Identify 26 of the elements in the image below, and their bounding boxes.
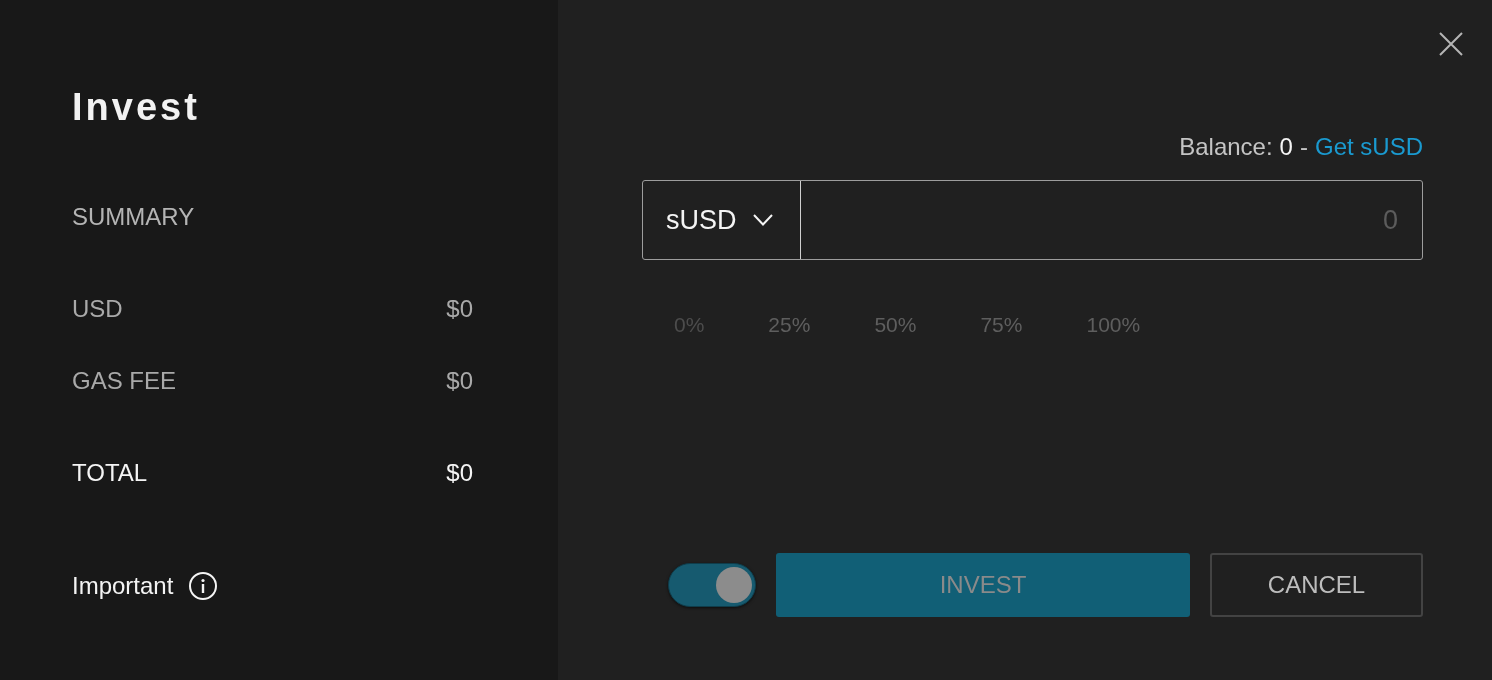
percent-button[interactable]: 25% (736, 313, 843, 337)
toggle-switch[interactable] (668, 563, 756, 607)
percent-button[interactable]: 100% (1054, 313, 1173, 337)
token-select[interactable]: sUSD (643, 181, 801, 259)
balance-label: Balance: (1179, 133, 1273, 161)
important-label: Important (72, 571, 174, 601)
close-icon (1439, 32, 1463, 56)
balance-value: 0 (1279, 133, 1293, 161)
balance-separator: - (1299, 133, 1308, 161)
info-icon[interactable] (189, 572, 218, 600)
get-token-link[interactable]: Get sUSD (1314, 133, 1423, 161)
amount-input[interactable]: 0 (801, 181, 1422, 259)
summary-value: $0 (446, 294, 473, 324)
percent-button[interactable]: 75% (948, 313, 1055, 337)
percent-button[interactable]: 50% (842, 313, 949, 337)
summary-value: $0 (446, 458, 473, 488)
summary-heading: SUMMARY (72, 202, 195, 232)
amount-field[interactable]: sUSD 0 (642, 180, 1423, 260)
close-button[interactable] (1439, 32, 1463, 56)
dialog-title: Invest (72, 85, 200, 130)
summary-label: GAS FEE (72, 366, 177, 396)
chevron-down-icon (752, 214, 773, 226)
summary-label: TOTAL (72, 458, 148, 488)
summary-value: $0 (446, 366, 473, 396)
summary-label: USD (72, 294, 123, 324)
cancel-button[interactable]: CANCEL (1210, 553, 1423, 617)
